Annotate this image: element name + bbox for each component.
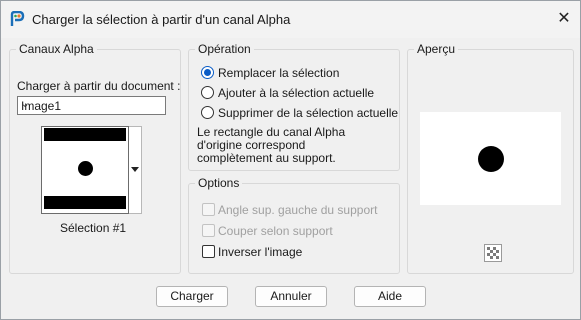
thumbnail-scrollbar[interactable] [129, 126, 142, 214]
close-icon[interactable]: ✕ [554, 9, 574, 29]
title-bar: Charger la sélection à partir d'un canal… [1, 1, 580, 38]
radio-add-label[interactable]: Ajouter à la sélection actuelle [218, 86, 374, 100]
preview-dot [478, 146, 504, 172]
radio-replace-label[interactable]: Remplacer la sélection [218, 66, 339, 80]
operation-title: Opération [195, 42, 254, 56]
checkbox-crop-to-canvas[interactable] [202, 224, 215, 237]
thumbnail-bottom-band [44, 196, 126, 209]
scroll-down-arrow-icon[interactable] [131, 167, 139, 172]
document-select[interactable]: Image1 ⌄ [17, 96, 166, 115]
checkbox-invert-label[interactable]: Inverser l'image [218, 245, 302, 259]
thumbnail-top-band [44, 128, 126, 141]
help-button[interactable]: Aide [354, 286, 426, 307]
radio-replace[interactable] [201, 66, 214, 79]
transparency-toggle-icon[interactable] [484, 244, 502, 262]
load-selection-dialog: Charger la sélection à partir d'un canal… [0, 0, 581, 320]
note-line-1: Le rectangle du canal Alpha [197, 125, 346, 139]
checkbox-crop-to-canvas-label[interactable]: Couper selon support [218, 224, 333, 238]
checkbox-top-left-corner[interactable] [202, 203, 215, 216]
selection-label: Sélection #1 [60, 221, 127, 235]
radio-subtract[interactable] [201, 106, 214, 119]
checkbox-invert[interactable] [202, 245, 215, 258]
window-title: Charger la sélection à partir d'un canal… [32, 12, 291, 27]
preview-canvas [420, 112, 561, 205]
load-button[interactable]: Charger [156, 286, 228, 307]
chevron-down-icon: ⌄ [21, 99, 30, 110]
cancel-button[interactable]: Annuler [255, 286, 327, 307]
thumbnail-dot [78, 161, 93, 176]
alpha-channels-title: Canaux Alpha [16, 42, 97, 56]
note-line-3: complètement au support. [197, 151, 336, 165]
alpha-channel-thumbnail[interactable] [41, 126, 129, 214]
document-label: Charger à partir du document : [17, 79, 181, 93]
app-icon [10, 11, 25, 26]
note-line-2: d'origine correspond [197, 138, 306, 152]
checkbox-top-left-corner-label[interactable]: Angle sup. gauche du support [218, 203, 377, 217]
radio-add[interactable] [201, 86, 214, 99]
options-title: Options [195, 176, 243, 190]
preview-title: Aperçu [414, 42, 459, 56]
radio-subtract-label[interactable]: Supprimer de la sélection actuelle [218, 106, 398, 120]
